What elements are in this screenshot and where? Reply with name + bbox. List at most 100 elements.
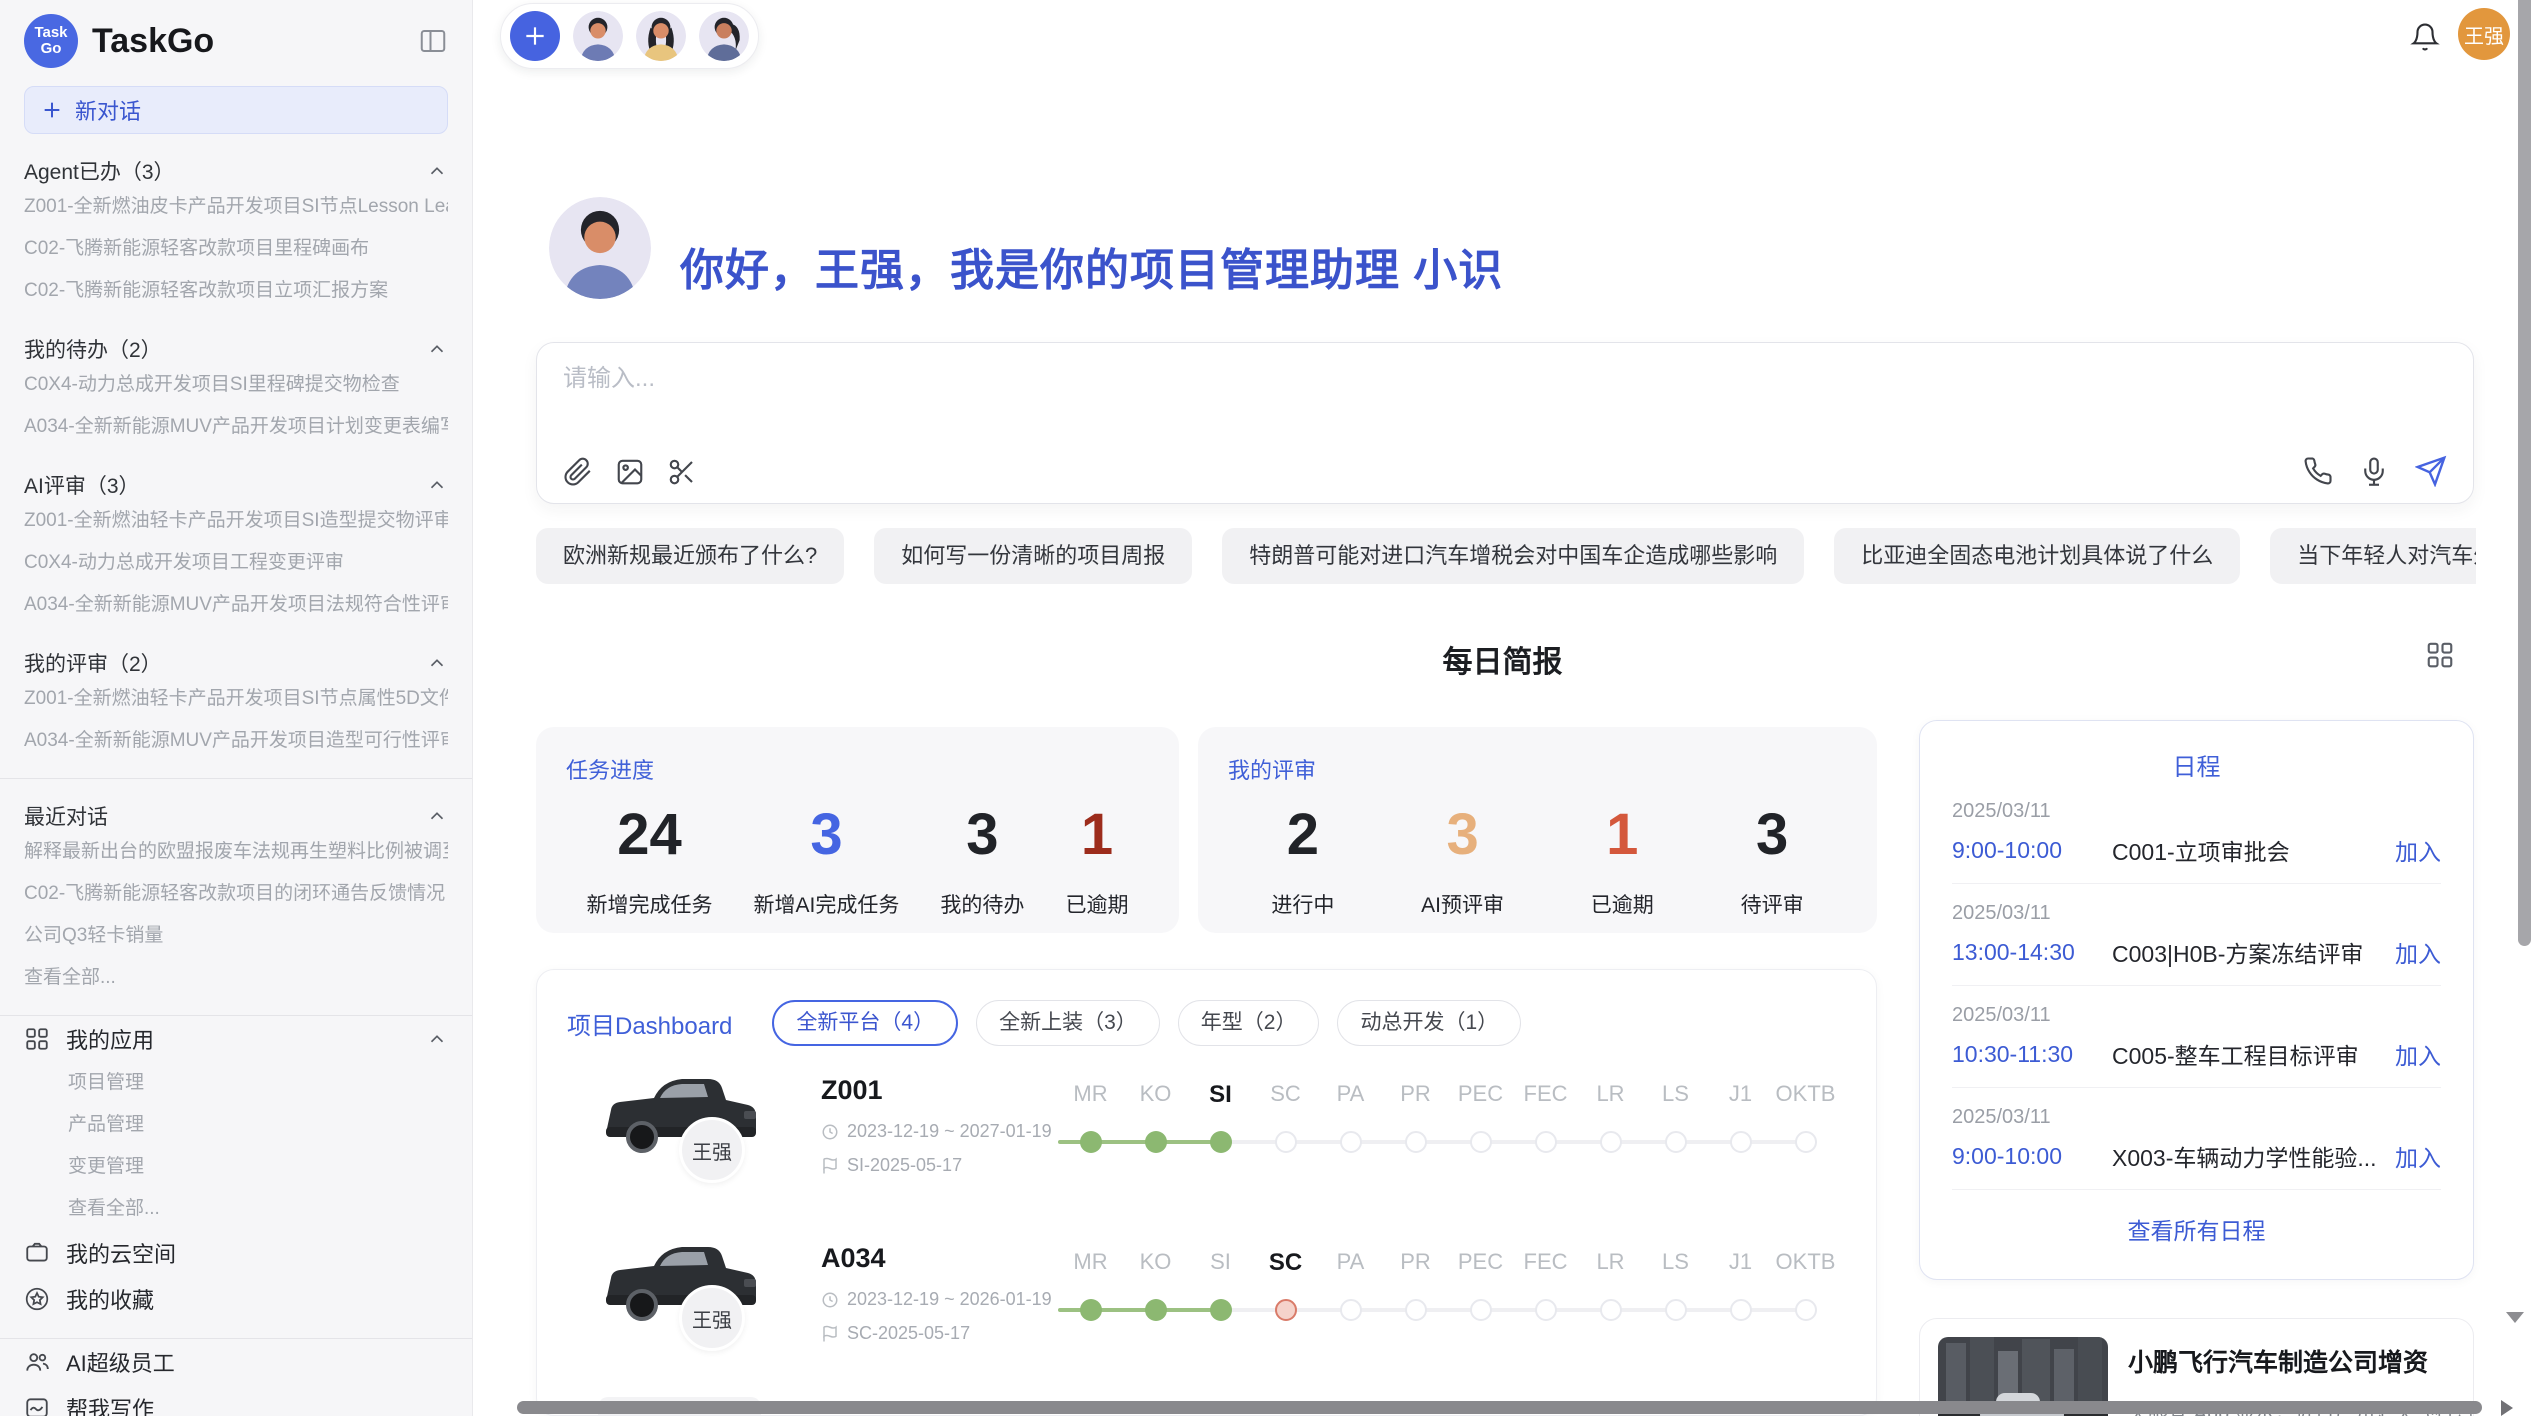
sidebar-item-ai-super-staff[interactable]: AI超级员工 bbox=[24, 1339, 448, 1385]
vertical-scrollbar[interactable] bbox=[2518, 0, 2531, 946]
sidebar-app-item[interactable]: 产品管理 bbox=[24, 1104, 448, 1146]
milestone-label: PA bbox=[1318, 1081, 1383, 1109]
assistant-avatar bbox=[549, 197, 651, 299]
writing-icon bbox=[24, 1395, 50, 1416]
tool-label: 帮我写作 bbox=[66, 1392, 154, 1416]
suggestion-chip[interactable]: 比亚迪全固态电池计划具体说了什么 bbox=[1834, 528, 2240, 584]
chat-input[interactable] bbox=[563, 365, 1963, 393]
sidebar-task-item[interactable]: A034-全新新能源MUV产品开发项目造型可行性评审 bbox=[24, 720, 448, 762]
sidebar-ai-tools: AI超级员工帮我写作创意制图 bbox=[24, 1339, 448, 1416]
sidebar-task-item[interactable]: C02-飞腾新能源轻客改款项目里程碑画布 bbox=[24, 228, 448, 270]
schedule-date: 2025/03/11 bbox=[1952, 902, 2441, 925]
sidebar-group-title[interactable]: 我的评审（2） bbox=[24, 648, 448, 678]
schedule-date: 2025/03/11 bbox=[1952, 1106, 2441, 1129]
dashboard-tab[interactable]: 全新上装（3） bbox=[976, 1000, 1160, 1046]
project-date-range: 2023-12-19 ~ 2026-01-19 bbox=[821, 1289, 1052, 1310]
milestone-dot-fec bbox=[1535, 1131, 1557, 1153]
schedule-time: 10:30-11:30 bbox=[1952, 1041, 2112, 1068]
add-agent-button[interactable] bbox=[510, 11, 560, 61]
milestone-track bbox=[1058, 1299, 1838, 1321]
stat-item: 1已逾期 bbox=[1065, 803, 1128, 919]
sidebar-group-title[interactable]: 我的待办（2） bbox=[24, 334, 448, 364]
recent-chat-item[interactable]: 公司Q3轻卡销量 bbox=[24, 915, 448, 957]
join-meeting-link[interactable]: 加入 bbox=[2395, 1037, 2441, 1071]
schedule-item[interactable]: 2025/03/1113:00-14:30C003|H0B-方案冻结评审加入 bbox=[1952, 884, 2441, 986]
scroll-down-arrow[interactable] bbox=[2506, 1312, 2524, 1323]
image-icon[interactable] bbox=[615, 457, 645, 487]
milestone-dot-ls bbox=[1665, 1299, 1687, 1321]
dashboard-tab[interactable]: 全新平台（4） bbox=[772, 1000, 958, 1046]
milestone-dot-si bbox=[1210, 1131, 1232, 1153]
milestone-label: LR bbox=[1578, 1249, 1643, 1277]
sidebar-task-item[interactable]: C0X4-动力总成开发项目工程变更评审 bbox=[24, 542, 448, 584]
suggestion-chip[interactable]: 如何写一份清晰的项目周报 bbox=[874, 528, 1192, 584]
stat-item: 2进行中 bbox=[1271, 803, 1334, 919]
view-all-schedule-link[interactable]: 查看所有日程 bbox=[1952, 1212, 2441, 1246]
phone-icon[interactable] bbox=[2303, 456, 2333, 486]
sidebar-group-title[interactable]: AI评审（3） bbox=[24, 470, 448, 500]
sidebar-task-item[interactable]: Z001-全新燃油轻卡产品开发项目SI节点属性5D文件评审 bbox=[24, 678, 448, 720]
agent-avatar-2[interactable] bbox=[636, 11, 686, 61]
sidebar-item-favorites[interactable]: 我的收藏 bbox=[24, 1276, 448, 1322]
milestone-dot-j1 bbox=[1730, 1299, 1752, 1321]
paperclip-icon[interactable] bbox=[563, 457, 593, 487]
stat-label: 待评审 bbox=[1741, 889, 1804, 919]
sidebar-task-item[interactable]: A034-全新新能源MUV产品开发项目法规符合性评审 bbox=[24, 584, 448, 626]
cloud-space-icon bbox=[24, 1240, 50, 1266]
sidebar-item-cloud-space[interactable]: 我的云空间 bbox=[24, 1230, 448, 1276]
sidebar-header: Task Go TaskGo bbox=[24, 14, 448, 68]
project-row[interactable]: 王强Z0012023-12-19 ~ 2027-01-19SI-2025-05-… bbox=[537, 1061, 1876, 1221]
sidebar-task-item[interactable]: A034-全新新能源MUV产品开发项目计划变更表编写 bbox=[24, 406, 448, 448]
scroll-right-arrow[interactable] bbox=[2501, 1400, 2513, 1416]
schedule-item[interactable]: 2025/03/1110:30-11:30C005-整车工程目标评审加入 bbox=[1952, 986, 2441, 1088]
schedule-item[interactable]: 2025/03/119:00-10:00C001-立项审批会加入 bbox=[1952, 782, 2441, 884]
agent-avatar-1[interactable] bbox=[573, 11, 623, 61]
milestone-label: PEC bbox=[1448, 1249, 1513, 1277]
dashboard-tab[interactable]: 动总开发（1） bbox=[1337, 1000, 1521, 1046]
dashboard-tab[interactable]: 年型（2） bbox=[1178, 1000, 1320, 1046]
my-apps-label: 我的应用 bbox=[66, 1023, 154, 1055]
sidebar-task-item[interactable]: C0X4-动力总成开发项目SI里程碑提交物检查 bbox=[24, 364, 448, 406]
suggestion-chip[interactable]: 欧洲新规最近颁布了什么? bbox=[536, 528, 844, 584]
sidebar-collapse-icon[interactable] bbox=[418, 26, 448, 56]
schedule-name: C001-立项审批会 bbox=[2112, 833, 2395, 867]
agent-avatar-3[interactable] bbox=[699, 11, 749, 61]
sidebar-app-item[interactable]: 变更管理 bbox=[24, 1146, 448, 1188]
schedule-list: 2025/03/119:00-10:00C001-立项审批会加入2025/03/… bbox=[1952, 782, 2441, 1190]
sidebar-item-help-write[interactable]: 帮我写作 bbox=[24, 1385, 448, 1416]
milestone-dot-pr bbox=[1405, 1131, 1427, 1153]
join-meeting-link[interactable]: 加入 bbox=[2395, 1139, 2441, 1173]
sidebar-group-title[interactable]: Agent已办（3） bbox=[24, 156, 448, 186]
send-icon[interactable] bbox=[2415, 455, 2447, 487]
new-chat-button[interactable]: 新对话 bbox=[24, 86, 448, 134]
recent-chats-title[interactable]: 最近对话 bbox=[24, 801, 448, 831]
recent-chat-item[interactable]: 解释最新出台的欧盟报废车法规再生塑料比例被调至15%... bbox=[24, 831, 448, 873]
sidebar-item-my-apps[interactable]: 我的应用 bbox=[24, 1016, 448, 1062]
notification-bell-icon[interactable] bbox=[2410, 22, 2440, 52]
input-actions bbox=[2303, 455, 2447, 487]
sidebar-task-item[interactable]: Z001-全新燃油皮卡产品开发项目SI节点Lesson Learn报告 bbox=[24, 186, 448, 228]
join-meeting-link[interactable]: 加入 bbox=[2395, 935, 2441, 969]
schedule-item[interactable]: 2025/03/119:00-10:00X003-车辆动力学性能验...加入 bbox=[1952, 1088, 2441, 1190]
chevron-up-icon bbox=[426, 160, 448, 182]
suggestion-chip[interactable]: 当下年轻人对汽车外观有怎样的喜好趋势 bbox=[2270, 528, 2476, 584]
user-avatar[interactable]: 王强 bbox=[2458, 8, 2510, 60]
stat-label: 进行中 bbox=[1271, 889, 1334, 919]
scissors-icon[interactable] bbox=[667, 457, 697, 487]
microphone-icon[interactable] bbox=[2359, 456, 2389, 486]
milestone-dot-pr bbox=[1405, 1299, 1427, 1321]
project-row[interactable]: 王强A0342023-12-19 ~ 2026-01-19SC-2025-05-… bbox=[537, 1229, 1876, 1389]
join-meeting-link[interactable]: 加入 bbox=[2395, 833, 2441, 867]
horizontal-scrollbar[interactable] bbox=[517, 1401, 2482, 1414]
sidebar-app-item[interactable]: 查看全部... bbox=[24, 1188, 448, 1230]
suggestion-chip[interactable]: 特朗普可能对进口汽车增税会对中国车企造成哪些影响 bbox=[1222, 528, 1804, 584]
sidebar-task-item[interactable]: Z001-全新燃油轻卡产品开发项目SI造型提交物评审 bbox=[24, 500, 448, 542]
briefing-layout-icon[interactable] bbox=[2425, 640, 2455, 670]
sidebar-app-item[interactable]: 项目管理 bbox=[24, 1062, 448, 1104]
milestone-dot-lr bbox=[1600, 1131, 1622, 1153]
milestone-dot-fec bbox=[1535, 1299, 1557, 1321]
schedule-date: 2025/03/11 bbox=[1952, 1004, 2441, 1027]
sidebar-task-item[interactable]: C02-飞腾新能源轻客改款项目立项汇报方案 bbox=[24, 270, 448, 312]
recent-chat-item[interactable]: 查看全部... bbox=[24, 957, 448, 999]
recent-chat-item[interactable]: C02-飞腾新能源轻客改款项目的闭环通告反馈情况 bbox=[24, 873, 448, 915]
